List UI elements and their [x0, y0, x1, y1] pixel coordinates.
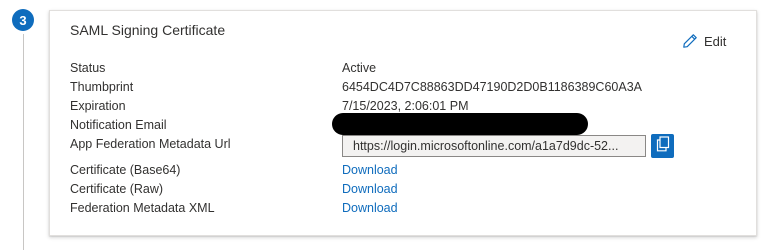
thumbprint-row: Thumbprint 6454DC4D7C88863DD47190D2D0B11…	[70, 78, 642, 96]
cert-raw-download-link[interactable]: Download	[342, 182, 398, 196]
redacted-email-overlay	[332, 113, 588, 135]
pencil-icon	[682, 33, 698, 49]
edit-label: Edit	[704, 33, 727, 49]
status-row: Status Active	[70, 59, 376, 77]
step-number-badge: 3	[12, 9, 34, 31]
cert-raw-label: Certificate (Raw)	[70, 182, 164, 196]
metadata-url-field[interactable]: https://login.microsoftonline.com/a1a7d9…	[342, 135, 646, 157]
saml-signing-certificate-card: SAML Signing Certificate Edit Status Act…	[49, 10, 757, 236]
copy-url-button[interactable]	[651, 134, 674, 158]
expiration-label: Expiration	[70, 99, 126, 113]
status-value: Active	[342, 61, 377, 75]
step-connector-line	[23, 34, 24, 250]
notification-email-label: Notification Email	[70, 118, 167, 132]
federation-xml-label: Federation Metadata XML	[70, 201, 215, 215]
cert-raw-row: Certificate (Raw) Download	[70, 180, 398, 198]
metadata-url-label: App Federation Metadata Url	[70, 137, 231, 151]
federation-xml-row: Federation Metadata XML Download	[70, 199, 398, 217]
thumbprint-label: Thumbprint	[70, 80, 134, 94]
copy-icon	[656, 135, 670, 157]
cert-base64-label: Certificate (Base64)	[70, 163, 181, 177]
cert-base64-row: Certificate (Base64) Download	[70, 161, 398, 179]
notification-email-row: Notification Email	[70, 116, 342, 134]
federation-xml-download-link[interactable]: Download	[342, 201, 398, 215]
card-title: SAML Signing Certificate	[70, 22, 226, 38]
status-label: Status	[70, 61, 106, 75]
metadata-url-row: App Federation Metadata Url	[70, 135, 342, 153]
thumbprint-value: 6454DC4D7C88863DD47190D2D0B1186389C60A3A	[342, 80, 642, 94]
cert-base64-download-link[interactable]: Download	[342, 163, 398, 177]
edit-button[interactable]: Edit	[682, 31, 726, 51]
expiration-value: 7/15/2023, 2:06:01 PM	[342, 99, 469, 113]
